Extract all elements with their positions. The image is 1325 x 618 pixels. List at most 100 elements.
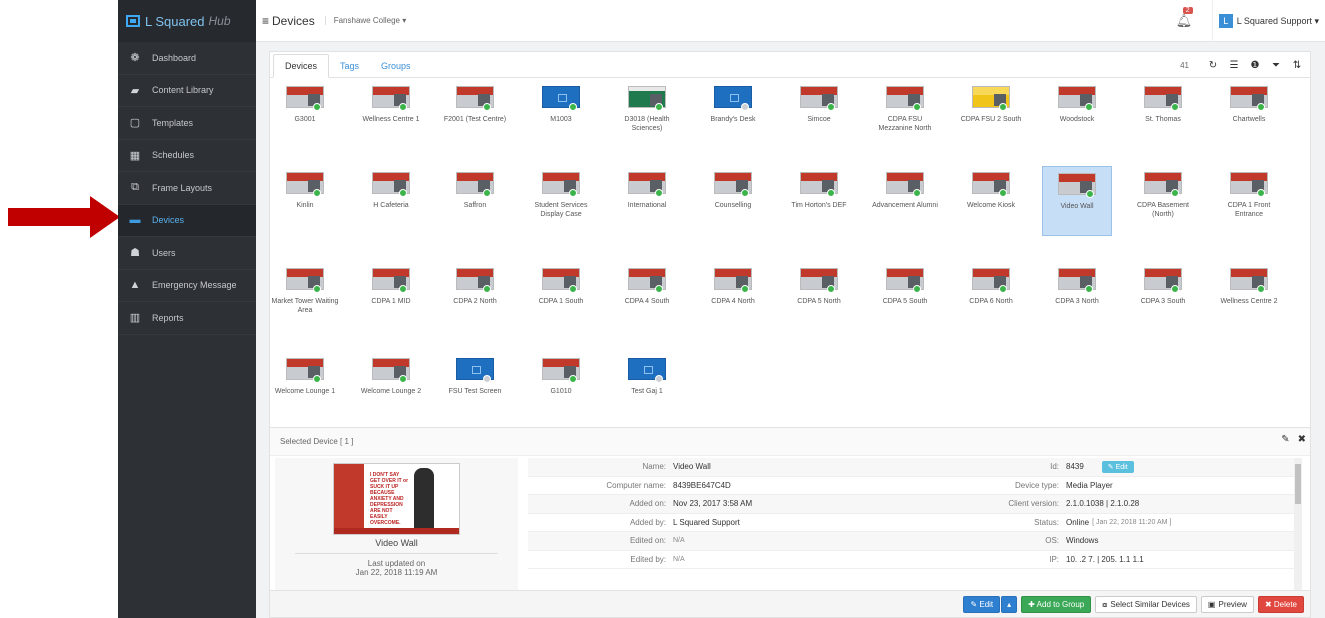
sidebar-item-devices[interactable]: ▬ Devices	[118, 204, 256, 237]
device-tile[interactable]: M1003	[526, 80, 596, 150]
select-similar-devices-button[interactable]: ⧇ Select Similar Devices	[1095, 596, 1197, 613]
tab-tags[interactable]: Tags	[329, 61, 370, 77]
device-tile[interactable]: Simcoe	[784, 80, 854, 150]
tab-devices[interactable]: Devices	[273, 54, 330, 78]
device-tile[interactable]: H Cafeteria	[356, 166, 426, 236]
topbar: ≡ Devices Fanshawe College ▾ 🔔︎ 2 L L Sq…	[256, 0, 1325, 42]
info-label: Computer name:	[606, 480, 666, 490]
sidebar-item-templates[interactable]: ▢ Templates	[118, 107, 256, 140]
device-tile[interactable]: Wellness Centre 1	[356, 80, 426, 150]
last-updated-label: Last updated on	[367, 559, 426, 568]
sidebar-item-dashboard[interactable]: ❁ Dashboard	[118, 42, 256, 75]
refresh-icon[interactable]: ↻	[1204, 56, 1222, 74]
sidebar-item-frame-layouts[interactable]: ⧉ Frame Layouts	[118, 172, 256, 205]
edit-button[interactable]: ✎ Edit	[963, 596, 1001, 613]
device-tile[interactable]: CDPA 1 South	[526, 262, 596, 332]
device-tile[interactable]: G1010	[526, 352, 596, 422]
device-tile[interactable]: Welcome Lounge 2	[356, 352, 426, 422]
offline-status-icon	[741, 103, 749, 111]
online-status-icon	[1086, 190, 1094, 198]
pin-icon[interactable]: ✎	[1281, 434, 1289, 445]
menu-toggle-icon[interactable]: ≡	[262, 14, 269, 28]
edit-id-button[interactable]: ✎ Edit	[1101, 460, 1134, 473]
device-tile[interactable]: Tim Horton's DEF	[784, 166, 854, 236]
device-tile[interactable]: Advancement Alumni	[870, 166, 940, 236]
device-tile[interactable]: CDPA 4 North	[698, 262, 768, 332]
user-icon: ☗	[130, 247, 140, 260]
device-tile[interactable]: D3018 (Health Sciences)	[612, 80, 682, 150]
user-menu[interactable]: L L Squared Support ▾	[1211, 0, 1325, 42]
device-tile[interactable]: Brandy's Desk	[698, 80, 768, 150]
device-tile[interactable]: CDPA 6 North	[956, 262, 1026, 332]
device-tile[interactable]: Counselling	[698, 166, 768, 236]
device-tile[interactable]: Woodstock	[1042, 80, 1112, 150]
device-tile[interactable]: CDPA 5 South	[870, 262, 940, 332]
device-tile[interactable]: CDPA 1 MID	[356, 262, 426, 332]
brand-logo[interactable]: L Squared Hub	[118, 0, 256, 42]
add-to-group-button[interactable]: ✚ Add to Group	[1021, 596, 1092, 613]
device-tile[interactable]: CDPA 5 North	[784, 262, 854, 332]
close-icon[interactable]: ✖	[1298, 434, 1306, 445]
preview-thumbnail[interactable]: I DON'T SAY GET OVER IT or SUCK IT UP BE…	[333, 463, 460, 535]
device-tile[interactable]: Market Tower Waiting Area	[270, 262, 340, 332]
device-tile[interactable]: Video Wall	[1042, 166, 1112, 236]
device-tile[interactable]: CDPA 3 South	[1128, 262, 1198, 332]
online-status-icon	[1171, 189, 1179, 197]
device-name: Brandy's Desk	[710, 116, 756, 123]
device-name: Welcome Lounge 2	[360, 388, 422, 395]
device-tile[interactable]: F2001 (Test Centre)	[440, 80, 510, 150]
device-tile[interactable]: International	[612, 166, 682, 236]
sidebar-item-content-library[interactable]: ▰ Content Library	[118, 75, 256, 107]
device-tile[interactable]: CDPA 2 North	[440, 262, 510, 332]
tab-groups[interactable]: Groups	[370, 61, 422, 77]
edit-dropdown-button[interactable]: ▴	[1001, 596, 1018, 613]
scrollbar-thumb[interactable]	[1295, 464, 1301, 504]
preview-icon: ▣	[1207, 600, 1216, 609]
sidebar-item-emergency-message[interactable]: ▲ Emergency Message	[118, 270, 256, 302]
filter-icon[interactable]: ⏷	[1267, 56, 1285, 74]
device-name: CDPA FSU Mezzanine North	[878, 116, 932, 132]
preview-logo-block	[334, 464, 364, 529]
preview-button[interactable]: ▣ Preview	[1200, 596, 1254, 613]
devices-panel: Devices Tags Groups 41 ↻ ☰ ❶ ⏷ ⇅ G3001 We…	[269, 51, 1311, 453]
device-name: Student Services Display Case	[534, 202, 588, 218]
info-icon[interactable]: ❶	[1246, 56, 1264, 74]
device-tile[interactable]: CDPA Basement (North)	[1128, 166, 1198, 236]
list-view-icon[interactable]: ☰	[1225, 56, 1243, 74]
device-name: CDPA 4 North	[711, 298, 755, 305]
info-value: 8439 ✎ Edit	[1066, 460, 1134, 473]
device-tile[interactable]: Test Gaj 1	[612, 352, 682, 422]
preview-person-image	[414, 468, 434, 530]
device-info-table: Name: Video Wall Id: 8439 ✎ Edit Computer nam…	[528, 458, 1300, 569]
online-status-icon	[1257, 189, 1265, 197]
device-tile[interactable]: Welcome Kiosk	[956, 166, 1026, 236]
info-value-text: 10. .2 7. | 205. 1.1 1.1	[1066, 554, 1144, 564]
info-value: Video Wall	[673, 462, 711, 472]
device-tile[interactable]: FSU Test Screen	[440, 352, 510, 422]
sidebar-item-reports[interactable]: ▥ Reports	[118, 302, 256, 335]
brand-name: L Squared	[145, 13, 205, 29]
organization-selector[interactable]: Fanshawe College ▾	[324, 16, 406, 25]
device-tile[interactable]: CDPA 1 Front Entrance	[1214, 166, 1284, 236]
device-tile[interactable]: Welcome Lounge 1	[270, 352, 340, 422]
device-tile[interactable]: CDPA 4 South	[612, 262, 682, 332]
device-tile[interactable]: St. Thomas	[1128, 80, 1198, 150]
device-tile[interactable]: Wellness Centre 2	[1214, 262, 1284, 332]
device-tile[interactable]: CDPA 3 North	[1042, 262, 1112, 332]
device-tile[interactable]: Student Services Display Case	[526, 166, 596, 236]
device-tile[interactable]: Kinlin	[270, 166, 340, 236]
thumbnail-banner	[629, 87, 665, 91]
sidebar-item-users[interactable]: ☗ Users	[118, 237, 256, 270]
details-scrollbar[interactable]	[1294, 458, 1302, 590]
device-tile[interactable]: Saffron	[440, 166, 510, 236]
device-tile[interactable]: G3001	[270, 80, 340, 150]
device-tile[interactable]: CDPA FSU Mezzanine North	[870, 80, 940, 150]
info-label: Added by:	[629, 517, 666, 527]
sort-icon[interactable]: ⇅	[1288, 56, 1306, 74]
device-tile[interactable]: CDPA FSU 2 South	[956, 80, 1026, 150]
device-tile[interactable]: Chartwells	[1214, 80, 1284, 150]
delete-button[interactable]: ✖ Delete	[1257, 596, 1304, 613]
notifications-button[interactable]: 🔔︎ 2	[1176, 7, 1193, 29]
sidebar-item-schedules[interactable]: ▦ Schedules	[118, 140, 256, 172]
preview-label: Preview	[1218, 600, 1247, 609]
